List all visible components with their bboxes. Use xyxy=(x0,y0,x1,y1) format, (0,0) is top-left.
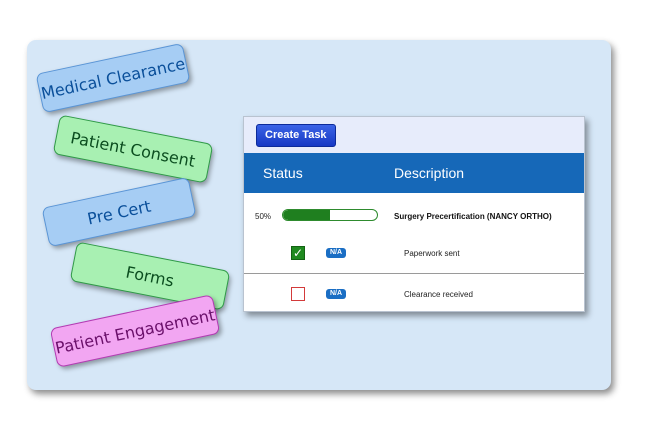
table-header: Status Description xyxy=(244,153,584,193)
task-card: Create Task Status Description 50% Surge… xyxy=(243,116,585,312)
subtask-row[interactable]: ✓ N/A Paperwork sent xyxy=(244,245,584,265)
card-toolbar: Create Task xyxy=(244,117,584,153)
column-header-description: Description xyxy=(394,165,465,181)
na-badge[interactable]: N/A xyxy=(326,289,346,299)
task-description: Surgery Precertification (NANCY ORTHO) xyxy=(394,212,552,221)
subtask-description: Clearance received xyxy=(404,290,473,299)
progress-fill xyxy=(283,210,330,220)
subtask-description: Paperwork sent xyxy=(404,249,460,258)
progress-bar xyxy=(282,209,378,221)
row-divider xyxy=(244,273,584,274)
unchecked-checkbox[interactable] xyxy=(291,287,305,301)
na-badge[interactable]: N/A xyxy=(326,248,346,258)
progress-percent: 50% xyxy=(255,212,272,221)
task-row[interactable]: 50% Surgery Precertification (NANCY ORTH… xyxy=(244,207,584,227)
tag-label: Pre Cert xyxy=(85,196,153,228)
subtask-row[interactable]: N/A Clearance received xyxy=(244,286,584,306)
tag-label: Forms xyxy=(124,262,176,290)
column-header-status: Status xyxy=(263,165,303,181)
create-task-button[interactable]: Create Task xyxy=(256,124,336,147)
checked-checkbox[interactable]: ✓ xyxy=(291,246,305,260)
